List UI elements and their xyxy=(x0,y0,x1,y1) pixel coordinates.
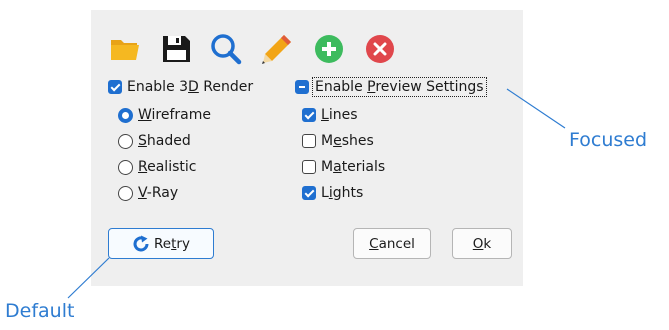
folder-icon[interactable] xyxy=(108,32,142,66)
focused-callout: Focused xyxy=(569,129,648,151)
default-callout: Default xyxy=(5,300,75,322)
radio-wireframe[interactable]: Wireframe xyxy=(118,107,211,123)
checkbox-lights-label: Lights xyxy=(321,185,364,201)
ok-label: Ok xyxy=(472,235,492,252)
enable-3d-render-checkbox[interactable]: Enable 3D Render xyxy=(108,79,253,95)
add-icon[interactable] xyxy=(312,32,346,66)
radio-shaded-label: Shaded xyxy=(138,133,191,149)
dialog: Enable 3D Render Wireframe Shaded Realis… xyxy=(91,10,523,286)
save-icon[interactable] xyxy=(159,32,193,66)
retry-button[interactable]: Retry xyxy=(108,228,214,259)
checkbox-materials-box[interactable] xyxy=(302,160,316,174)
radio-realistic-dot[interactable] xyxy=(118,159,133,175)
radio-realistic-label: Realistic xyxy=(138,159,197,175)
ok-button[interactable]: Ok xyxy=(452,228,512,259)
enable-preview-settings-box[interactable] xyxy=(295,80,309,94)
refresh-icon xyxy=(133,235,149,251)
cancel-label: Cancel xyxy=(369,235,415,252)
checkbox-lines[interactable]: Lines xyxy=(302,107,357,123)
checkbox-meshes-label: Meshes xyxy=(321,133,374,149)
radio-shaded[interactable]: Shaded xyxy=(118,133,191,149)
radio-realistic[interactable]: Realistic xyxy=(118,159,196,175)
pencil-icon[interactable] xyxy=(260,32,294,66)
checkbox-materials[interactable]: Materials xyxy=(302,159,385,175)
checkbox-lights[interactable]: Lights xyxy=(302,185,363,201)
checkbox-lines-label: Lines xyxy=(321,107,358,123)
radio-wireframe-label: Wireframe xyxy=(138,107,212,123)
checkbox-lines-box[interactable] xyxy=(302,108,316,122)
cancel-button[interactable]: Cancel xyxy=(353,228,431,259)
search-icon[interactable] xyxy=(209,32,243,66)
radio-vray[interactable]: V-Ray xyxy=(118,185,178,201)
checkbox-meshes[interactable]: Meshes xyxy=(302,133,374,149)
radio-vray-dot[interactable] xyxy=(118,185,133,201)
enable-3d-render-label: Enable 3D Render xyxy=(127,79,254,95)
enable-3d-render-box[interactable] xyxy=(108,80,122,94)
checkbox-materials-label: Materials xyxy=(321,159,386,175)
enable-preview-settings-label: Enable Preview Settings xyxy=(312,77,487,97)
retry-label: Retry xyxy=(154,235,190,252)
radio-vray-label: V-Ray xyxy=(138,185,179,201)
close-icon[interactable] xyxy=(363,32,397,66)
checkbox-lights-box[interactable] xyxy=(302,186,316,200)
enable-preview-settings-checkbox[interactable]: Enable Preview Settings xyxy=(295,77,487,97)
radio-wireframe-dot[interactable] xyxy=(118,107,133,123)
radio-shaded-dot[interactable] xyxy=(118,133,133,149)
checkbox-meshes-box[interactable] xyxy=(302,134,316,148)
